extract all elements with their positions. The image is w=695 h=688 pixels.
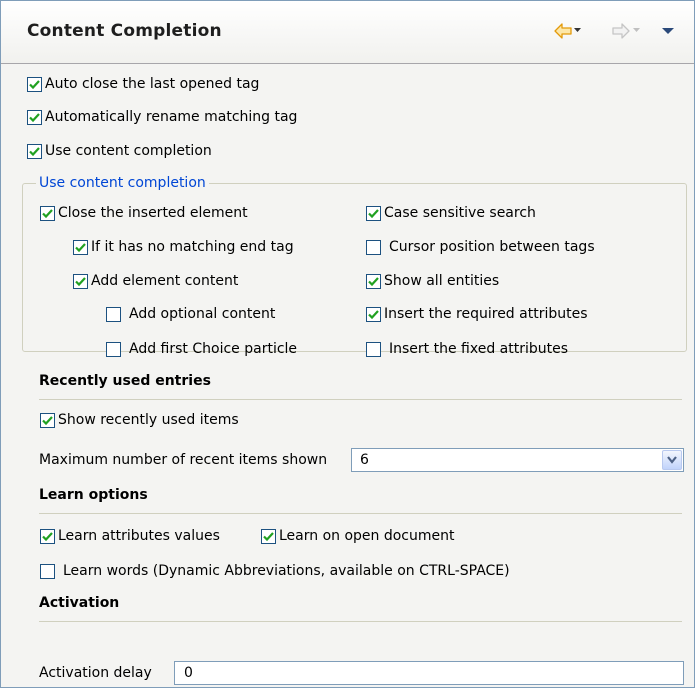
cursor-position-row[interactable]: Cursor position between tags	[366, 239, 595, 255]
checkbox-label: Add element content	[91, 273, 239, 289]
checkbox[interactable]	[366, 341, 381, 357]
close-inserted-element-row[interactable]: Close the inserted element	[40, 205, 248, 221]
max-recent-items-label: Maximum number of recent items shown	[39, 452, 328, 468]
checkbox[interactable]	[27, 109, 42, 125]
checkbox-label: Use content completion	[45, 143, 212, 159]
recently-used-title: Recently used entries	[39, 373, 211, 389]
show-recent-items-row[interactable]: Show recently used items	[40, 412, 239, 428]
section-divider	[39, 621, 682, 622]
checkbox-label: Close the inserted element	[58, 205, 248, 221]
chevron-down-icon[interactable]	[662, 450, 682, 470]
use-content-completion-checkbox-row[interactable]: Use content completion	[27, 143, 212, 159]
view-menu-icon[interactable]	[661, 23, 675, 41]
checkbox[interactable]	[40, 528, 55, 544]
checkbox-label: Show all entities	[384, 273, 500, 289]
checkbox[interactable]	[366, 205, 381, 221]
activation-delay-input[interactable]: 0	[174, 661, 684, 685]
case-sensitive-row[interactable]: Case sensitive search	[366, 205, 536, 221]
checkbox[interactable]	[27, 76, 42, 92]
add-optional-content-row[interactable]: Add optional content	[106, 306, 275, 322]
checkbox-label: Insert the fixed attributes	[389, 341, 569, 357]
section-divider	[39, 399, 682, 400]
checkbox[interactable]	[366, 273, 381, 289]
checkbox[interactable]	[40, 412, 55, 428]
no-matching-end-tag-row[interactable]: If it has no matching end tag	[73, 239, 294, 255]
max-recent-items-select[interactable]: 6	[351, 448, 684, 472]
checkbox[interactable]	[366, 306, 381, 322]
checkbox[interactable]	[40, 205, 55, 221]
activation-delay-label: Activation delay	[39, 665, 152, 681]
page-title: Content Completion	[27, 21, 222, 41]
checkbox-label: If it has no matching end tag	[91, 239, 294, 255]
checkbox[interactable]	[40, 563, 55, 579]
checkbox-label: Add first Choice particle	[129, 341, 298, 357]
insert-required-attributes-row[interactable]: Insert the required attributes	[366, 306, 588, 322]
activation-title: Activation	[39, 595, 120, 611]
checkbox-label: Learn on open document	[279, 528, 455, 544]
learn-open-document-row[interactable]: Learn on open document	[261, 528, 455, 544]
forward-dropdown-icon[interactable]	[633, 24, 641, 40]
checkbox[interactable]	[27, 143, 42, 159]
checkbox-label: Case sensitive search	[384, 205, 536, 221]
input-value: 0	[184, 665, 193, 681]
checkbox-label: Insert the required attributes	[384, 306, 588, 322]
checkbox-label: Automatically rename matching tag	[45, 109, 298, 125]
header-divider	[1, 63, 694, 64]
checkbox-label: Show recently used items	[58, 412, 239, 428]
learn-attributes-row[interactable]: Learn attributes values	[40, 528, 220, 544]
checkbox[interactable]	[106, 341, 121, 357]
forward-arrow-icon[interactable]	[612, 23, 630, 39]
group-legend: Use content completion	[36, 175, 209, 191]
select-value: 6	[360, 452, 369, 468]
add-element-content-row[interactable]: Add element content	[73, 273, 238, 289]
add-first-choice-row[interactable]: Add first Choice particle	[106, 341, 297, 357]
checkbox[interactable]	[106, 306, 121, 322]
checkbox-label: Auto close the last opened tag	[45, 76, 260, 92]
back-dropdown-icon[interactable]	[574, 24, 582, 40]
checkbox-label: Learn attributes values	[58, 528, 220, 544]
checkbox[interactable]	[73, 239, 88, 255]
auto-close-checkbox-row[interactable]: Auto close the last opened tag	[27, 76, 259, 92]
back-arrow-icon[interactable]	[554, 23, 572, 39]
show-all-entities-row[interactable]: Show all entities	[366, 273, 499, 289]
preferences-panel: Content Completion Auto close the last o…	[0, 0, 695, 688]
checkbox-label: Cursor position between tags	[389, 239, 595, 255]
auto-rename-checkbox-row[interactable]: Automatically rename matching tag	[27, 109, 297, 125]
checkbox[interactable]	[261, 528, 276, 544]
learn-words-row[interactable]: Learn words (Dynamic Abbreviations, avai…	[40, 563, 510, 579]
checkbox[interactable]	[366, 239, 381, 255]
section-divider	[39, 513, 682, 514]
panel-header: Content Completion	[1, 1, 694, 63]
checkbox-label: Add optional content	[129, 306, 276, 322]
learn-options-title: Learn options	[39, 487, 148, 503]
checkbox[interactable]	[73, 273, 88, 289]
checkbox-label: Learn words (Dynamic Abbreviations, avai…	[63, 563, 510, 579]
insert-fixed-attributes-row[interactable]: Insert the fixed attributes	[366, 341, 568, 357]
